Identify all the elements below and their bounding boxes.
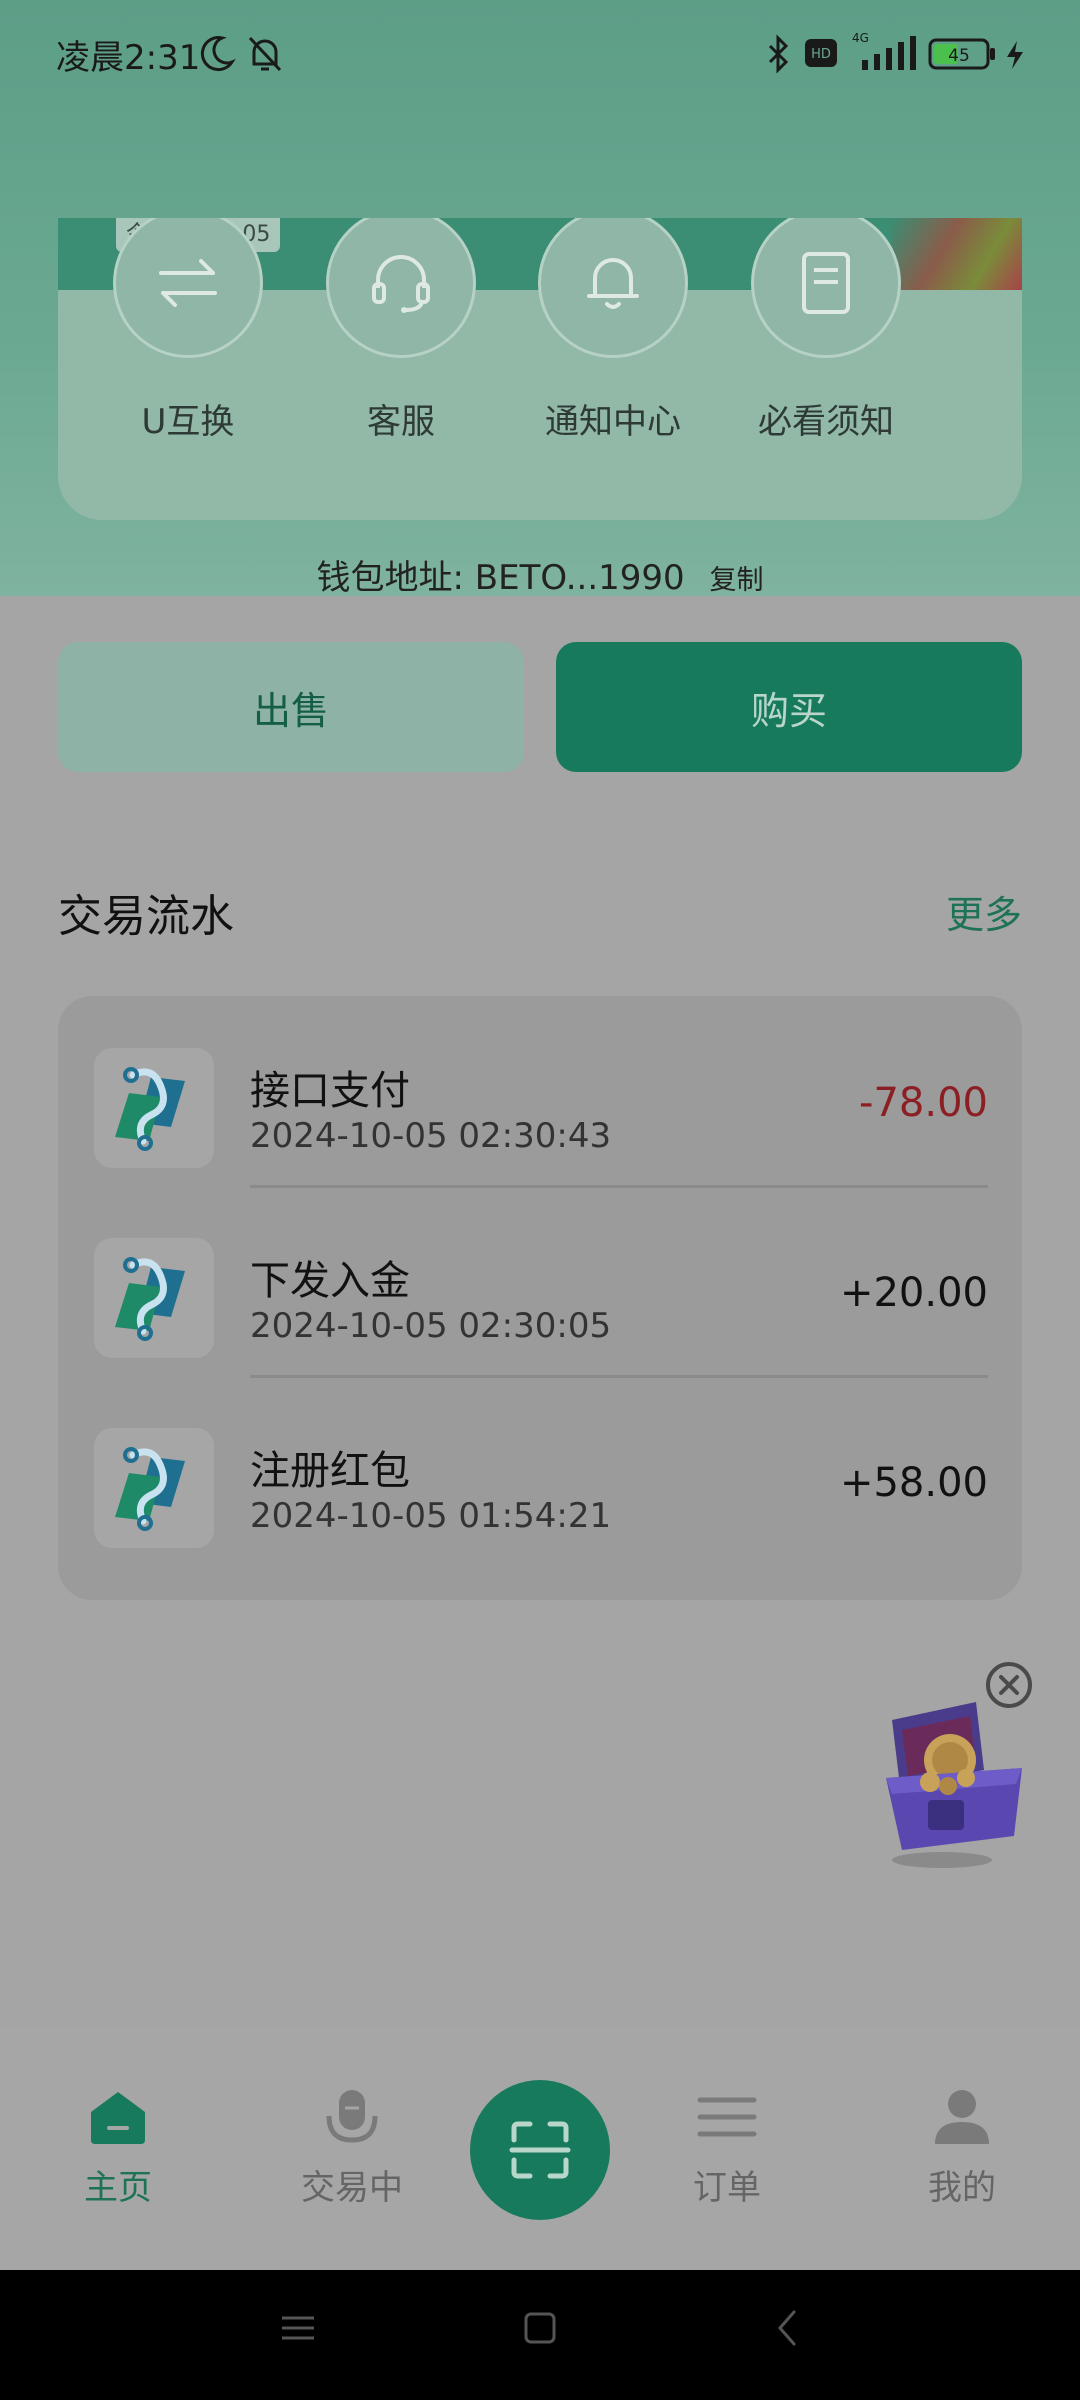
buy-button[interactable]: 购买: [556, 642, 1022, 772]
quick-action-must-read[interactable]: 必看须知: [736, 218, 916, 443]
close-float-button[interactable]: [986, 1662, 1032, 1708]
home-icon: [91, 2092, 145, 2144]
transaction-time: 2024-10-05 02:30:05: [250, 1306, 612, 1346]
nav-trading[interactable]: 交易中: [252, 2088, 452, 2209]
transaction-row[interactable]: 接口支付 2024-10-05 02:30:43 -78.00: [58, 996, 1022, 1188]
transactions-list: 接口支付 2024-10-05 02:30:43 -78.00 下发入金 202…: [58, 996, 1022, 1600]
quick-action-label: U互换: [141, 402, 235, 442]
nav-label: 主页: [84, 2168, 152, 2208]
home-square-icon[interactable]: [520, 2308, 560, 2352]
transaction-amount: +20.00: [839, 1270, 988, 1316]
nav-orders[interactable]: 订单: [627, 2088, 827, 2209]
close-icon: [999, 1675, 1019, 1695]
notice-book-icon: [751, 218, 901, 358]
wallet-address: 钱包地址: BETO...1990: [316, 558, 685, 598]
nav-home[interactable]: 主页: [18, 2088, 218, 2209]
copy-address-button[interactable]: 复制: [710, 565, 764, 596]
app-logo-icon: [94, 1428, 214, 1548]
app-logo-icon: [94, 1238, 214, 1358]
transaction-row[interactable]: 注册红包 2024-10-05 01:54:21 +58.00: [58, 1376, 1022, 1566]
signal-icon: 4G: [848, 30, 920, 78]
status-time: 凌晨2:31: [56, 38, 201, 78]
status-bar: 凌晨2:31 HD 4G 45: [0, 0, 1080, 110]
moon-icon: [200, 34, 236, 78]
hd-icon: HD: [804, 38, 838, 72]
transactions-more-link[interactable]: 更多: [946, 884, 1022, 939]
quick-action-u-exchange[interactable]: U互换: [98, 218, 278, 443]
transaction-amount: -78.00: [859, 1080, 988, 1126]
nav-label: 交易中: [301, 2168, 403, 2208]
menu-icon[interactable]: [278, 2308, 318, 2352]
sell-button[interactable]: 出售: [58, 642, 524, 772]
quick-action-label: 通知中心: [545, 402, 681, 442]
quick-action-customer-service[interactable]: 客服: [311, 218, 491, 443]
mute-bell-icon: [246, 34, 284, 78]
quick-action-label: 客服: [367, 402, 435, 442]
charging-icon: [1004, 40, 1026, 74]
back-icon[interactable]: [768, 2308, 808, 2352]
quick-action-notification-center[interactable]: 通知中心: [523, 218, 703, 443]
transactions-title: 交易流水: [58, 891, 234, 942]
transaction-amount: +58.00: [839, 1460, 988, 1506]
bottom-nav: 主页 交易中 订单 我的: [0, 2028, 1080, 2270]
bluetooth-icon: [764, 34, 792, 78]
screen: 凌晨2:31 HD 4G 45 U互换 客服 通知中心 必看须知 钱包地址: B…: [0, 0, 1080, 2400]
scan-button[interactable]: [470, 2080, 610, 2220]
battery-icon: 45: [928, 38, 998, 74]
nav-label: 我的: [928, 2168, 996, 2208]
headset-icon: [326, 218, 476, 358]
exchange-icon: [113, 218, 263, 358]
quick-action-label: 必看须知: [758, 402, 894, 442]
microphone-icon: [326, 2090, 378, 2143]
svg-text:HD: HD: [811, 47, 831, 62]
list-icon: [697, 2097, 757, 2137]
quick-actions-card: 今日汇率:7.05 U互换 客服 通知中心 必看须知: [58, 218, 1022, 520]
transaction-name: 注册红包: [250, 1448, 410, 1494]
transaction-time: 2024-10-05 02:30:43: [250, 1116, 612, 1156]
transaction-name: 下发入金: [250, 1258, 410, 1304]
nav-label: 订单: [693, 2168, 761, 2208]
nav-mine[interactable]: 我的: [862, 2088, 1062, 2209]
transaction-name: 接口支付: [250, 1068, 410, 1114]
app-logo-icon: [94, 1048, 214, 1168]
transaction-row[interactable]: 下发入金 2024-10-05 02:30:05 +20.00: [58, 1186, 1022, 1378]
battery-level: 45: [948, 46, 970, 66]
network-type: 4G: [852, 31, 869, 45]
user-icon: [935, 2090, 989, 2144]
bell-icon: [538, 218, 688, 358]
system-navigation-bar: [0, 2270, 1080, 2400]
treasure-chest-float[interactable]: [866, 1660, 1036, 1880]
wallet-address-line: 钱包地址: BETO...1990 复制: [0, 550, 1080, 599]
scan-icon: [509, 2121, 571, 2179]
transaction-time: 2024-10-05 01:54:21: [250, 1496, 612, 1536]
